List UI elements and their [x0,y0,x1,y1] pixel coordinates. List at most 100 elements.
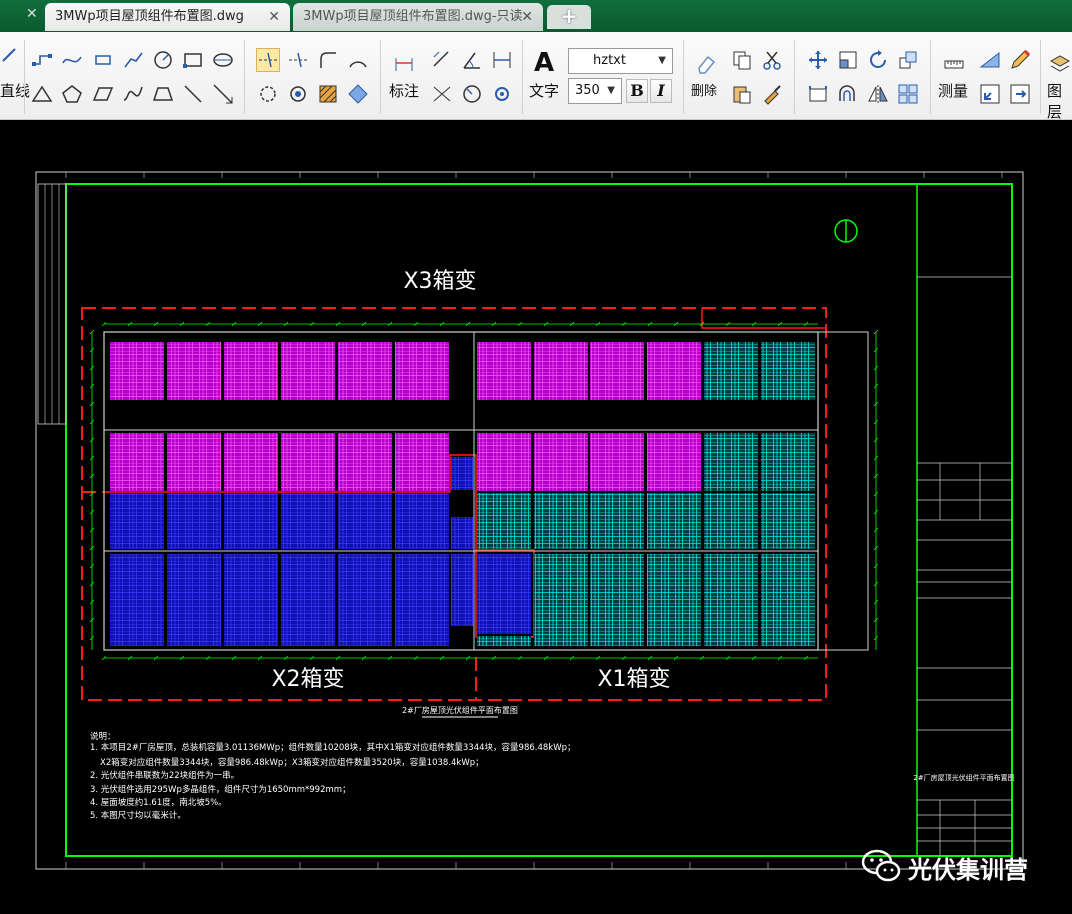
pv-module-array-x2 [110,493,164,549]
pv-module-array-x2 [224,493,278,549]
dimension-tool-label[interactable]: 标注 [389,80,419,101]
ellipse-icon[interactable] [211,48,235,72]
tab-drawing-active[interactable]: 3MWp项目屋顶组件布置图.dwg ✕ [45,3,290,31]
pv-module-array-x1 [761,493,815,549]
freehand-icon[interactable] [121,82,145,106]
angular-dim-icon[interactable] [460,48,484,72]
text-icon[interactable]: A [534,48,554,78]
pv-module-array-x1 [590,493,644,549]
revision-cloud-icon[interactable] [286,82,310,106]
import-icon[interactable] [978,82,1002,106]
pv-module-array-x2 [281,493,335,549]
cut-icon[interactable] [760,48,784,72]
tab-drawing-readonly[interactable]: 3MWp项目屋顶组件布置图.dwg-只读 ✕ [293,3,543,31]
rotate-icon[interactable] [866,48,890,72]
title-block-drawing-name: 2#厂房屋顶光伏组件平面布置图 [913,773,1014,782]
text-tool-label[interactable]: 文字 [529,80,559,101]
line-icon[interactable] [0,42,24,66]
pv-module-array-x1 [704,342,758,400]
note-line: X2箱变对应组件数量3344块，容量986.48kWp；X3箱变对应组件数量35… [100,757,484,768]
cad-drawing: X3箱变 X2箱变 X1箱变 2#厂房屋顶光伏组件平面布置图 说明： 1. 本项… [35,171,1024,870]
pv-module-array-x1 [704,554,758,646]
text-height-select[interactable]: 350 ▼ [568,78,622,104]
text-style-select[interactable]: hztxt ▼ [568,48,673,74]
delete-tool-label[interactable]: 删除 [691,80,717,99]
paste-icon[interactable] [730,82,754,106]
close-icon[interactable]: ✕ [521,3,533,31]
pv-module-array-x3 [477,433,531,491]
pv-module-array-x1 [704,493,758,549]
polyline-icon[interactable] [30,48,54,72]
pv-module-array-x2 [167,554,221,646]
pv-module-array-x2 [338,493,392,549]
pv-module-array-x3 [647,342,701,400]
layer-tool-label[interactable]: 图层 [1047,80,1072,122]
pv-module-array-x1 [704,433,758,491]
trim-icon[interactable] [256,48,280,72]
pv-module-array-x1 [647,493,701,549]
parallelogram-icon[interactable] [91,82,115,106]
bold-button[interactable]: B [626,79,648,103]
pentagon-icon[interactable] [60,82,84,106]
pv-module-array-x3 [281,342,335,400]
close-icon[interactable]: ✕ [268,3,280,31]
triangle-icon[interactable] [30,82,54,106]
aligned-dim-icon[interactable] [430,48,454,72]
pv-module-array-x2 [395,493,449,549]
circle-icon[interactable] [151,48,175,72]
xline-icon[interactable] [211,82,235,106]
drawing-canvas[interactable]: X3箱变 X2箱变 X1箱变 2#厂房屋顶光伏组件平面布置图 说明： 1. 本项… [0,120,1072,914]
dim-settings-icon[interactable] [490,82,514,106]
export-icon[interactable] [1008,82,1032,106]
ruler-icon[interactable] [942,52,966,76]
note-line: 2. 光伏组件串联数为22块组件为一串。 [90,770,239,781]
pv-module-array-x3 [167,433,221,491]
watermark-text: 光伏集训营 [908,856,1028,884]
pv-module-array-x3 [590,342,644,400]
tab-label: 3MWp项目屋顶组件布置图.dwg-只读 [303,9,523,24]
pencil-icon[interactable] [1008,48,1032,72]
radius-dim-icon[interactable] [460,82,484,106]
ordinate-dim-icon[interactable] [430,82,454,106]
layer-icon[interactable] [1048,52,1072,76]
pv-module-array-x2 [338,554,392,646]
move-icon[interactable] [806,48,830,72]
italic-button[interactable]: I [650,79,672,103]
fill-icon[interactable] [346,82,370,106]
fillet-icon[interactable] [316,48,340,72]
extend-icon[interactable] [286,48,310,72]
eraser-icon[interactable] [694,52,718,76]
area-measure-icon[interactable] [978,48,1002,72]
note-line: 5. 本图尺寸均以毫米计。 [90,810,186,821]
gear-polygon-icon[interactable] [256,82,280,106]
copy-icon[interactable] [730,48,754,72]
polyline-snap-icon[interactable] [121,48,145,72]
pv-module-array-x2 [224,554,278,646]
pv-module-array-x2 [167,493,221,549]
dimension-icon[interactable] [392,52,416,76]
rectangle-line-icon[interactable] [91,48,115,72]
wechat-icon [861,849,901,882]
arc-icon[interactable] [346,48,370,72]
pv-module-array-x3 [534,433,588,491]
mirror-icon[interactable] [866,82,890,106]
offset-icon[interactable] [836,82,860,106]
new-tab-button[interactable]: + [547,5,591,29]
match-properties-icon[interactable] [760,82,784,106]
measure-tool-label[interactable]: 测量 [938,80,968,101]
line-tool-label[interactable]: 直线 [0,80,30,101]
pv-module-array-x3 [395,342,449,400]
ray-icon[interactable] [181,82,205,106]
close-icon[interactable]: ✕ [26,6,38,22]
hatch-icon[interactable] [316,82,340,106]
scale-icon[interactable] [836,48,860,72]
explode-icon[interactable] [896,82,920,106]
linear-dim-icon[interactable] [490,48,514,72]
tab-label: 3MWp项目屋顶组件布置图.dwg [55,9,244,24]
ribbon-toolbar: 直线 标注 A 文字 hztxt ▼ 350 ▼ B I 删除 测量 图层 [0,32,1072,122]
rectangle-icon[interactable] [181,48,205,72]
stretch-icon[interactable] [806,82,830,106]
array-icon[interactable] [896,48,920,72]
spline-icon[interactable] [60,48,84,72]
trapezoid-icon[interactable] [151,82,175,106]
